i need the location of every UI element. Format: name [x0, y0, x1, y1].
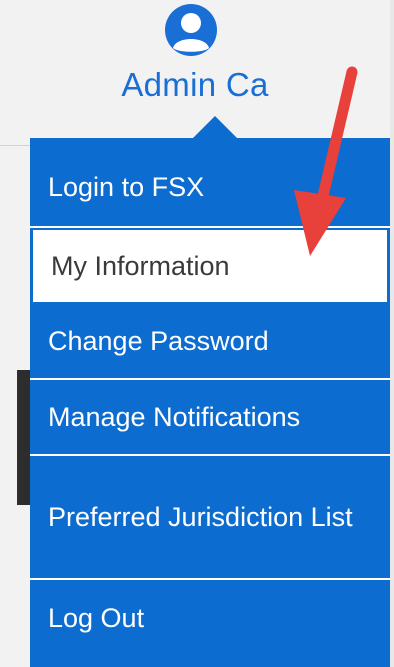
menu-item-login-to-fsx[interactable]: Login to FSX [30, 138, 390, 228]
menu-item-preferred-jurisdiction-list[interactable]: Preferred Jurisdiction List [30, 456, 390, 580]
user-name: Admin Ca [121, 66, 269, 103]
menu-item-label: My Information [51, 251, 230, 281]
menu-item-change-password[interactable]: Change Password [30, 304, 390, 380]
menu-item-label: Login to FSX [48, 172, 205, 202]
user-dropdown-menu: Login to FSX My Information Change Passw… [30, 138, 390, 667]
dropdown-caret [193, 116, 237, 138]
background-edge [390, 0, 394, 667]
user-avatar-icon [165, 4, 217, 56]
menu-item-my-information[interactable]: My Information [31, 228, 389, 304]
menu-item-label: Manage Notifications [48, 402, 301, 432]
background-panel-fragment [17, 370, 31, 505]
menu-item-manage-notifications[interactable]: Manage Notifications [30, 380, 390, 456]
menu-item-log-out[interactable]: Log Out [30, 580, 390, 656]
user-menu-toggle[interactable]: Admin Ca [95, 0, 295, 118]
screenshot-stage: Admin Ca Login to FSX My Information Cha… [0, 0, 394, 667]
menu-item-label: Preferred Jurisdiction List [48, 502, 353, 532]
menu-item-label: Log Out [48, 603, 145, 633]
menu-item-label: Change Password [48, 326, 269, 356]
